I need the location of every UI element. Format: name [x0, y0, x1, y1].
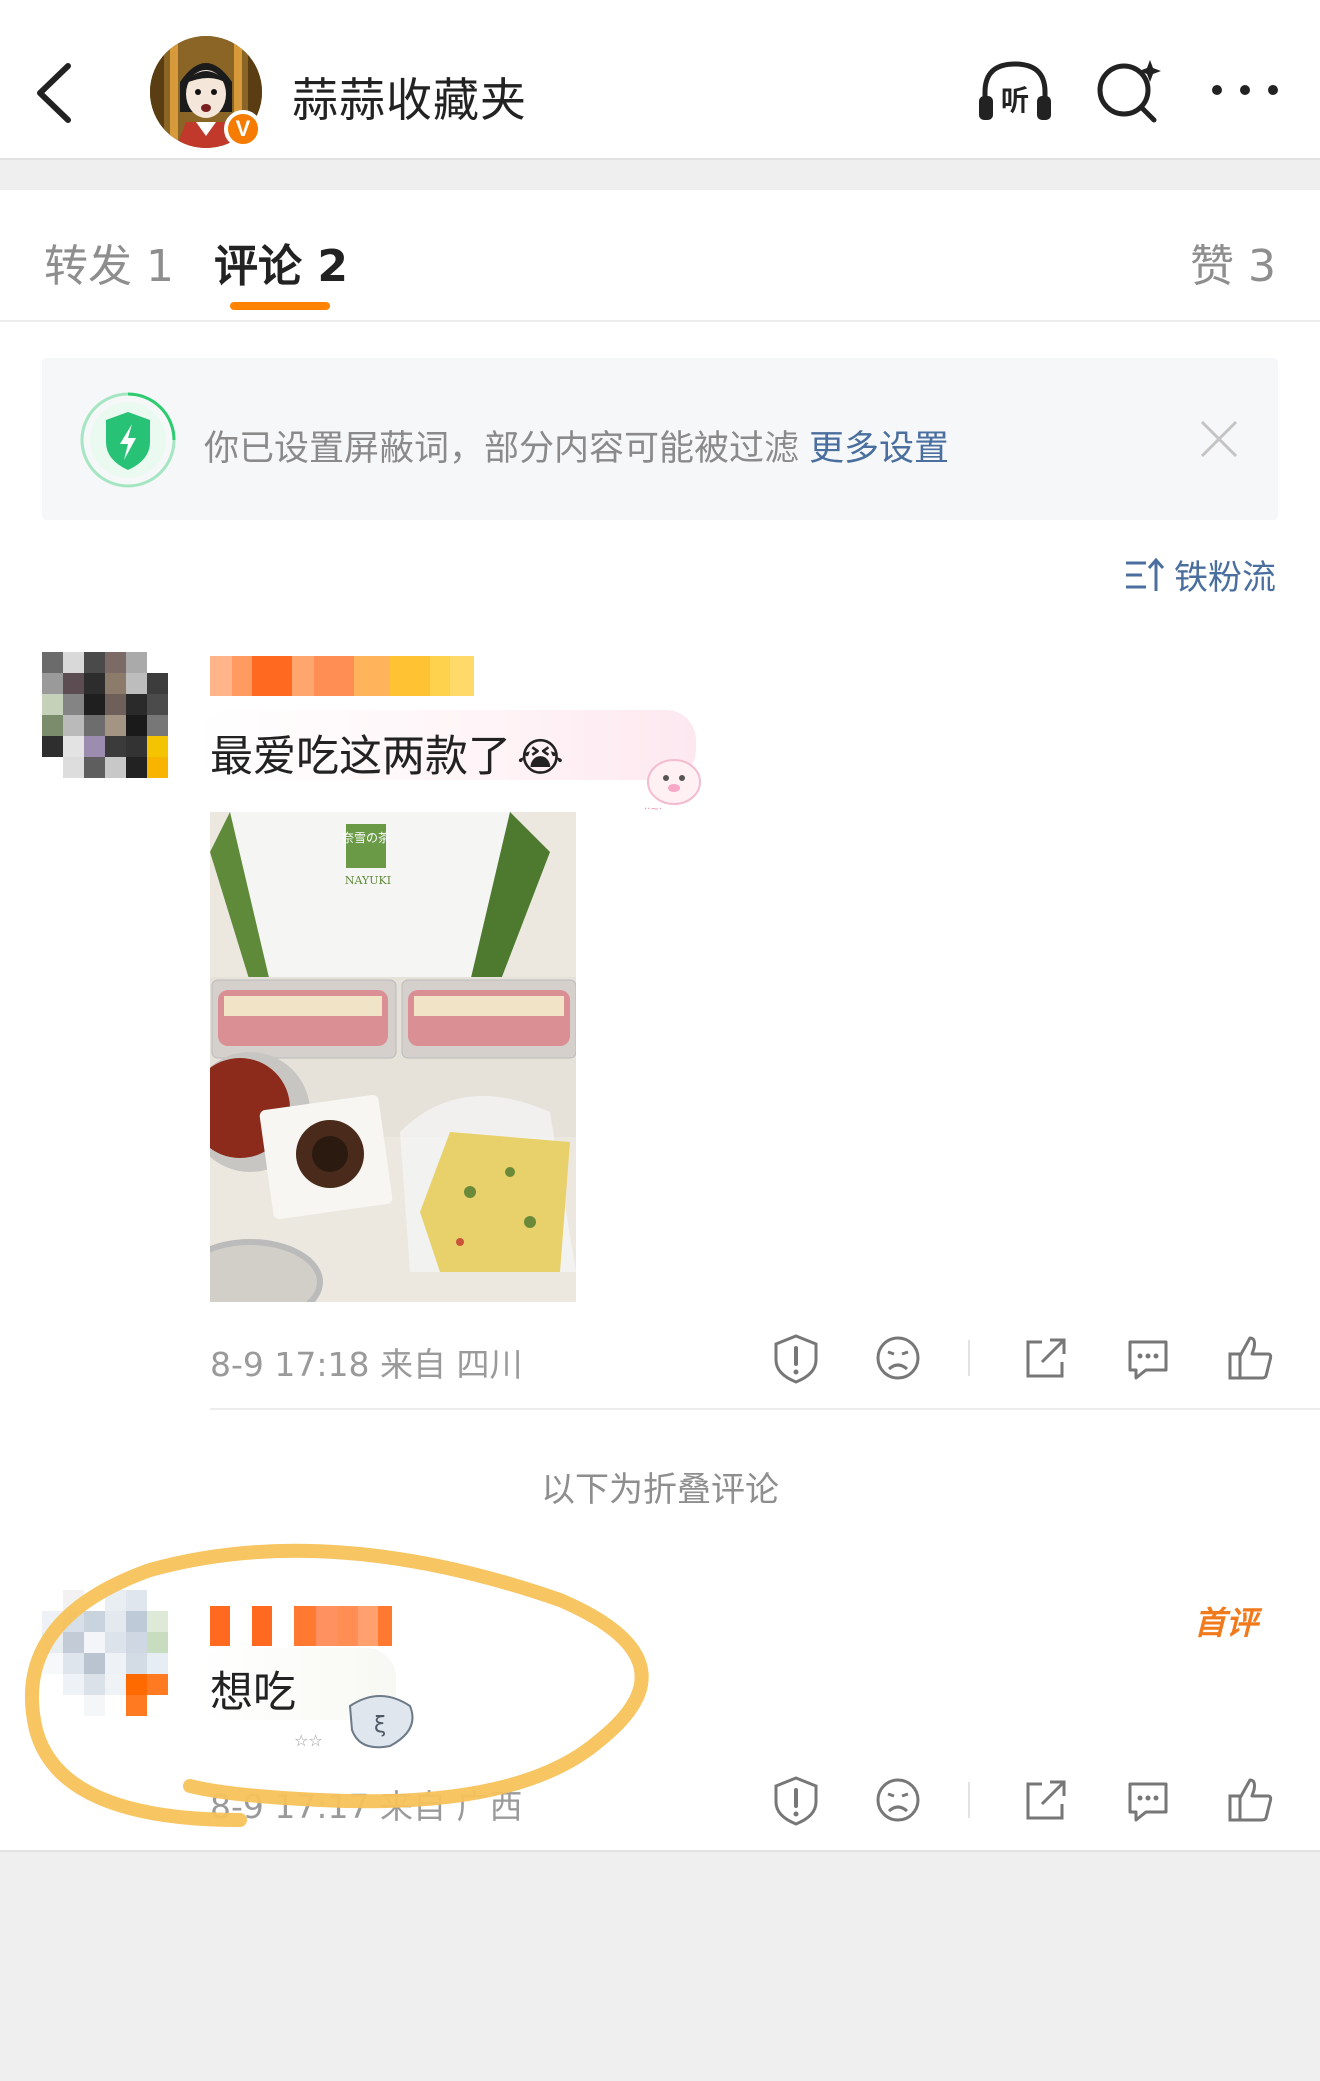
svg-text:NAYUKI: NAYUKI: [345, 874, 391, 887]
crying-emoji: 😭: [517, 735, 564, 781]
shield-icon: [80, 392, 176, 488]
close-icon[interactable]: [1196, 416, 1242, 462]
svg-text:听: 听: [1001, 84, 1029, 117]
tab-like[interactable]: 赞 3: [1190, 230, 1276, 294]
section-separator: [0, 158, 1320, 190]
more-icon[interactable]: [1205, 56, 1285, 126]
page-title: 蒜蒜收藏夹: [292, 73, 527, 127]
comment-text: 想吃: [210, 1668, 296, 1718]
reply-icon[interactable]: [1122, 1332, 1174, 1384]
comment-divider: [210, 1408, 1320, 1410]
back-arrow-icon[interactable]: [30, 58, 78, 128]
notice-message: 你已设置屏蔽词，部分内容可能被过滤: [204, 429, 800, 469]
listen-headphones-icon[interactable]: 听: [975, 56, 1055, 126]
first-comment-badge: 首评: [1193, 1604, 1258, 1642]
comment-actions: [720, 1774, 1276, 1826]
comment-text: 最爱吃这两款了: [210, 732, 511, 782]
like-thumb-icon[interactable]: [1224, 1332, 1276, 1384]
comment-meta: 8-9 17:18 来自 四川: [210, 1345, 523, 1384]
tab-bar: 转发 1 评论 2 赞 3: [0, 190, 1320, 322]
comment-item: 首评 ☆☆ ξ 想吃 8-9 17:17 来自 广西: [0, 1586, 1320, 1826]
share-icon[interactable]: [1020, 1332, 1072, 1384]
action-divider: [968, 1782, 970, 1818]
dislike-face-icon[interactable]: [872, 1774, 924, 1826]
username-redacted[interactable]: [210, 656, 474, 696]
share-icon[interactable]: [1020, 1774, 1072, 1826]
dislike-face-icon[interactable]: [872, 1332, 924, 1384]
comment-item: ··~· 最爱吃这两款了 😭 奈雪の茶 NAYUKI 8-9 17:18 来自 …: [0, 650, 1320, 1410]
svg-text:··~·: ··~·: [644, 804, 662, 815]
tab-comment[interactable]: 评论 2: [214, 230, 348, 294]
svg-text:☆☆: ☆☆: [294, 1731, 323, 1750]
search-sparkle-icon[interactable]: [1090, 56, 1170, 126]
cartoon-sticker-icon: ··~·: [644, 759, 701, 815]
reply-icon[interactable]: [1122, 1774, 1174, 1826]
empty-area: [0, 1850, 1320, 2081]
report-icon[interactable]: [770, 1774, 822, 1826]
filter-notice-banner: 你已设置屏蔽词，部分内容可能被过滤 更多设置: [42, 358, 1278, 520]
comment-photo[interactable]: 奈雪の茶 NAYUKI: [210, 812, 576, 1302]
verified-badge: V: [224, 110, 262, 148]
avatar[interactable]: [42, 1590, 168, 1716]
svg-text:奈雪の茶: 奈雪の茶: [342, 830, 390, 845]
more-settings-link[interactable]: 更多设置: [809, 429, 949, 469]
top-navigation-bar: V 蒜蒜收藏夹 听: [0, 0, 1320, 158]
comment-meta: 8-9 17:17 来自 广西: [210, 1787, 523, 1826]
tab-repost[interactable]: 转发 1: [44, 230, 174, 294]
sort-icon: [1126, 557, 1164, 591]
comment-actions: [720, 1332, 1276, 1384]
active-tab-indicator: [230, 302, 330, 310]
sort-label: 铁粉流: [1174, 558, 1276, 598]
action-divider: [968, 1340, 970, 1376]
like-thumb-icon[interactable]: [1224, 1774, 1276, 1826]
cartoon-sticker-icon: ☆☆ ξ: [294, 1695, 414, 1750]
sort-toggle[interactable]: 铁粉流: [1124, 550, 1276, 599]
avatar[interactable]: [42, 652, 168, 778]
username-redacted[interactable]: [210, 1606, 392, 1646]
svg-text:ξ: ξ: [374, 1713, 386, 1738]
folded-comments-label: 以下为折叠评论: [541, 1470, 779, 1510]
report-icon[interactable]: [770, 1332, 822, 1384]
